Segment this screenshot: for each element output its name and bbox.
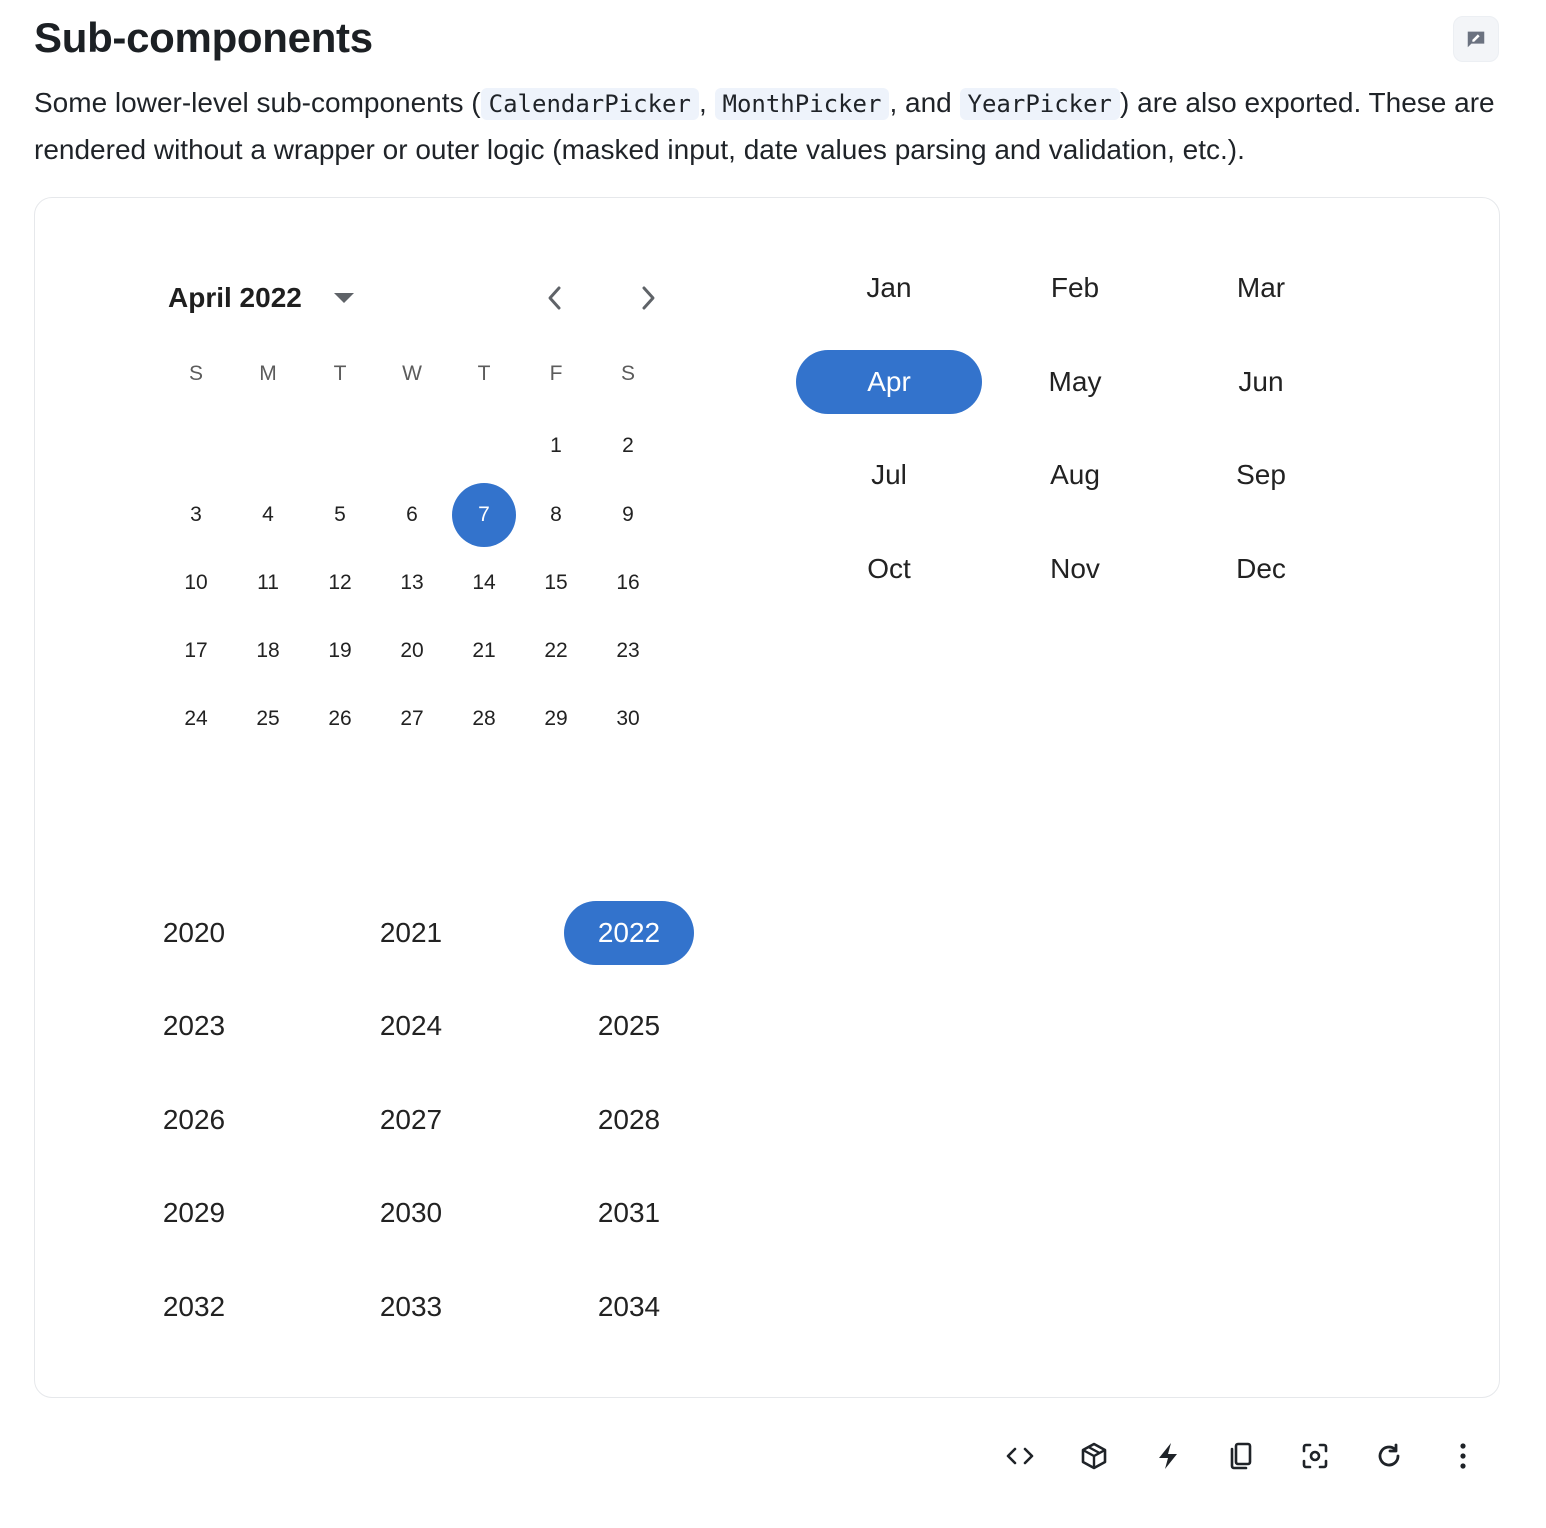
code-button[interactable] xyxy=(996,1432,1044,1480)
screenshot-icon xyxy=(1301,1442,1329,1470)
calendar-day[interactable]: 28 xyxy=(452,687,516,751)
lightning-icon xyxy=(1155,1441,1181,1471)
month-option[interactable]: May xyxy=(982,350,1168,414)
calendar-day[interactable]: 23 xyxy=(596,619,660,683)
calendar-day[interactable]: 27 xyxy=(380,687,444,751)
calendar-day[interactable]: 21 xyxy=(452,619,516,683)
calendar-day[interactable]: 2 xyxy=(596,414,660,478)
code-yearpicker: YearPicker xyxy=(959,88,1121,120)
year-option[interactable]: 2020 xyxy=(129,901,259,965)
month-option[interactable]: Dec xyxy=(1168,537,1354,601)
calendar-day[interactable]: 5 xyxy=(308,483,372,547)
month-option[interactable]: Feb xyxy=(982,256,1168,320)
year-option[interactable]: 2033 xyxy=(346,1275,476,1339)
intro-separator: , xyxy=(698,87,707,118)
calendar-header: April 2022 xyxy=(168,276,668,320)
year-option[interactable]: 2027 xyxy=(346,1088,476,1152)
year-option-selected[interactable]: 2022 xyxy=(564,901,694,965)
month-option[interactable]: Aug xyxy=(982,443,1168,507)
lightning-button[interactable] xyxy=(1144,1432,1192,1480)
chevron-right-icon[interactable] xyxy=(636,284,660,312)
calendar-day[interactable]: 6 xyxy=(380,483,444,547)
intro-separator: , and xyxy=(889,87,952,118)
calendar-day[interactable]: 30 xyxy=(596,687,660,751)
calendar-day[interactable]: 22 xyxy=(524,619,588,683)
feedback-button[interactable] xyxy=(1453,16,1499,62)
year-option[interactable]: 2034 xyxy=(564,1275,694,1339)
chevron-left-icon[interactable] xyxy=(543,284,567,312)
year-option[interactable]: 2023 xyxy=(129,994,259,1058)
month-option[interactable]: Nov xyxy=(982,537,1168,601)
code-calendarpicker: CalendarPicker xyxy=(480,88,699,120)
caret-down-icon[interactable] xyxy=(333,292,355,304)
year-option[interactable]: 2024 xyxy=(346,994,476,1058)
calendar-day[interactable]: 10 xyxy=(164,551,228,615)
calendar-day[interactable]: 25 xyxy=(236,687,300,751)
weekday-label: F xyxy=(549,362,563,385)
calendar-day[interactable]: 20 xyxy=(380,619,444,683)
month-option[interactable]: Mar xyxy=(1168,256,1354,320)
copy-button[interactable] xyxy=(1217,1432,1265,1480)
package-icon xyxy=(1079,1441,1109,1471)
intro-paragraph: Some lower-level sub-components (Calenda… xyxy=(34,80,1504,172)
year-option[interactable]: 2029 xyxy=(129,1181,259,1245)
calendar-day[interactable]: 18 xyxy=(236,619,300,683)
intro-text: Some lower-level sub-components ( xyxy=(34,87,481,118)
month-option[interactable]: Jan xyxy=(796,256,982,320)
calendar-day[interactable]: 16 xyxy=(596,551,660,615)
code-icon xyxy=(1005,1445,1035,1467)
month-option[interactable]: Oct xyxy=(796,537,982,601)
package-button[interactable] xyxy=(1070,1432,1118,1480)
calendar-day[interactable]: 29 xyxy=(524,687,588,751)
calendar-day[interactable]: 15 xyxy=(524,551,588,615)
weekday-label: S xyxy=(620,362,635,385)
month-option[interactable]: Sep xyxy=(1168,443,1354,507)
year-option[interactable]: 2032 xyxy=(129,1275,259,1339)
year-option[interactable]: 2030 xyxy=(346,1181,476,1245)
weekday-label: T xyxy=(333,362,347,385)
calendar-day-selected[interactable]: 7 xyxy=(452,483,516,547)
calendar-day[interactable]: 26 xyxy=(308,687,372,751)
calendar-day[interactable]: 3 xyxy=(164,483,228,547)
calendar-day[interactable]: 19 xyxy=(308,619,372,683)
year-option[interactable]: 2025 xyxy=(564,994,694,1058)
month-option-selected[interactable]: Apr xyxy=(796,350,982,414)
screenshot-button[interactable] xyxy=(1291,1432,1339,1480)
weekday-label: M xyxy=(259,362,277,385)
month-option[interactable]: Jul xyxy=(796,443,982,507)
weekday-label: W xyxy=(402,362,422,385)
year-option[interactable]: 2026 xyxy=(129,1088,259,1152)
year-option[interactable]: 2028 xyxy=(564,1088,694,1152)
calendar-day[interactable]: 14 xyxy=(452,551,516,615)
calendar-day[interactable]: 24 xyxy=(164,687,228,751)
more-vertical-icon xyxy=(1459,1443,1467,1469)
calendar-day[interactable]: 12 xyxy=(308,551,372,615)
calendar-day[interactable]: 4 xyxy=(236,483,300,547)
calendar-month-title[interactable]: April 2022 xyxy=(168,282,302,314)
calendar-day[interactable]: 17 xyxy=(164,619,228,683)
calendar-day[interactable]: 11 xyxy=(236,551,300,615)
refresh-button[interactable] xyxy=(1365,1432,1413,1480)
calendar-day[interactable]: 8 xyxy=(524,483,588,547)
feedback-icon xyxy=(1465,28,1487,50)
refresh-icon xyxy=(1375,1442,1403,1470)
calendar-day[interactable]: 9 xyxy=(596,483,660,547)
copy-icon xyxy=(1227,1441,1255,1471)
more-button[interactable] xyxy=(1439,1432,1487,1480)
year-option[interactable]: 2031 xyxy=(564,1181,694,1245)
calendar-day[interactable]: 1 xyxy=(524,414,588,478)
calendar-day[interactable]: 13 xyxy=(380,551,444,615)
month-option[interactable]: Jun xyxy=(1168,350,1354,414)
code-monthpicker: MonthPicker xyxy=(714,88,890,120)
page-title: Sub-components xyxy=(34,14,373,61)
weekday-label: S xyxy=(188,362,203,385)
year-option[interactable]: 2021 xyxy=(346,901,476,965)
weekday-label: T xyxy=(477,362,491,385)
